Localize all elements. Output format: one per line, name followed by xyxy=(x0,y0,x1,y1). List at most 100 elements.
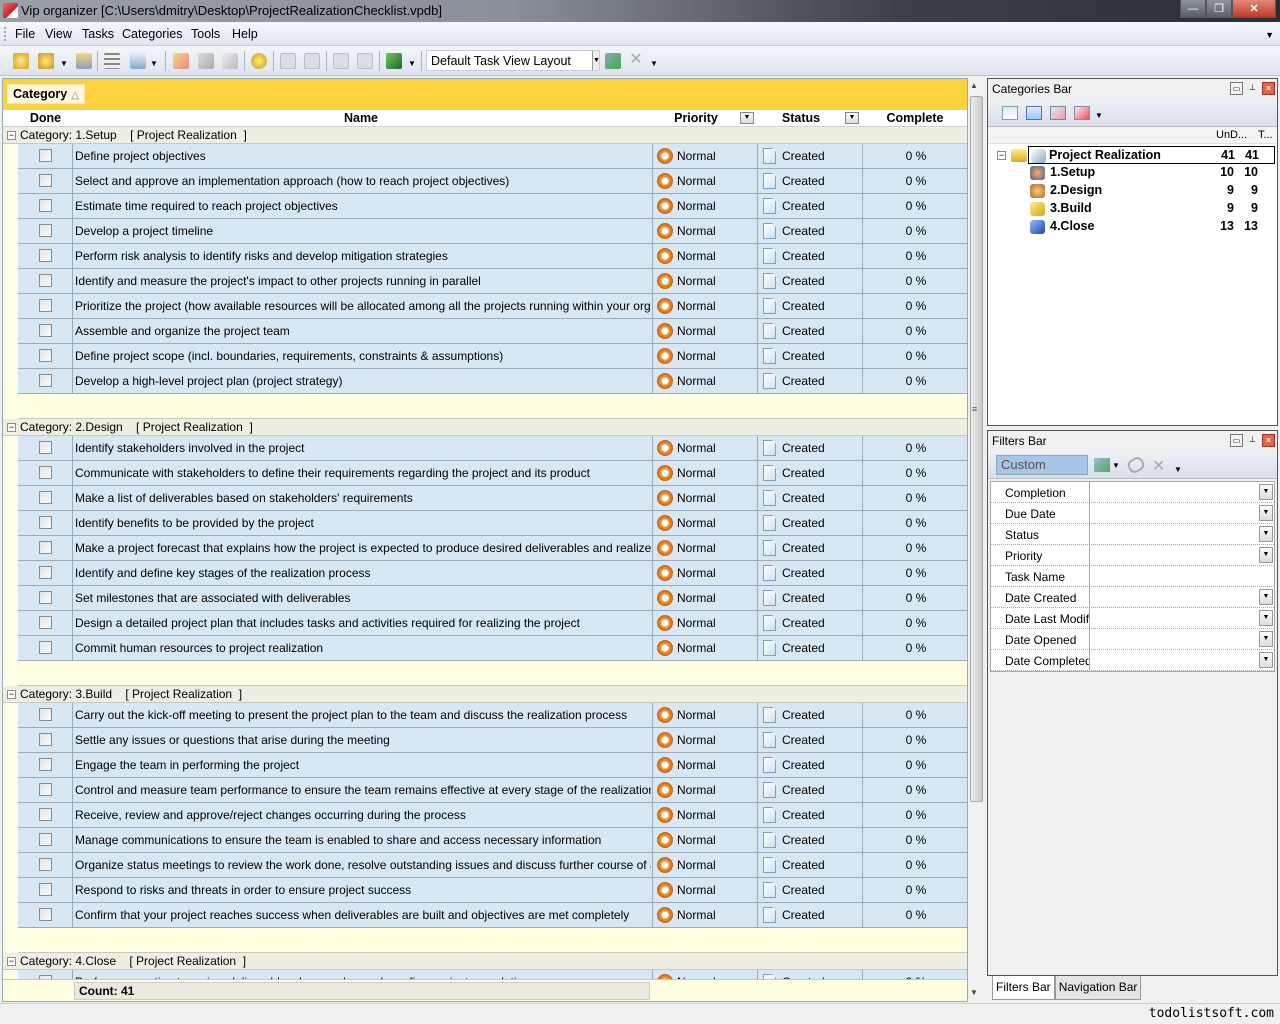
panel-pin-icon[interactable]: ⊥ xyxy=(1246,434,1259,447)
task-row[interactable]: Organize status meetings to review the w… xyxy=(18,853,967,878)
task-name[interactable]: Set milestones that are associated with … xyxy=(75,591,651,605)
task-status[interactable]: Created xyxy=(782,858,825,872)
task-name[interactable]: Respond to risks and threats in order to… xyxy=(75,883,651,897)
task-name[interactable]: Identify and define key stages of the re… xyxy=(75,566,651,580)
move-bottom-icon[interactable] xyxy=(333,53,349,69)
done-checkbox[interactable] xyxy=(39,149,52,162)
task-status[interactable]: Created xyxy=(782,324,825,338)
task-name[interactable]: Manage communications to ensure the team… xyxy=(75,833,651,847)
task-complete[interactable]: 0 % xyxy=(864,299,967,313)
task-complete[interactable]: 0 % xyxy=(864,324,967,338)
task-priority[interactable]: Normal xyxy=(677,783,716,797)
task-name[interactable]: Make a list of deliverables based on sta… xyxy=(75,491,651,505)
task-name[interactable]: Carry out the kick-off meeting to presen… xyxy=(75,708,651,722)
task-complete[interactable]: 0 % xyxy=(864,783,967,797)
filter-icon[interactable] xyxy=(386,53,402,69)
task-priority[interactable]: Normal xyxy=(677,466,716,480)
task-status[interactable]: Created xyxy=(782,808,825,822)
task-name[interactable]: Communicate with stakeholders to define … xyxy=(75,466,651,480)
done-checkbox[interactable] xyxy=(39,833,52,846)
chevron-down-icon[interactable]: ▼ xyxy=(592,51,600,70)
task-priority[interactable]: Normal xyxy=(677,199,716,213)
task-complete[interactable]: 0 % xyxy=(864,733,967,747)
panel-pin-icon[interactable]: ⊥ xyxy=(1246,82,1259,95)
task-complete[interactable]: 0 % xyxy=(864,491,967,505)
print-preview-icon[interactable] xyxy=(130,53,146,69)
task-priority[interactable]: Normal xyxy=(677,374,716,388)
delete-layout-icon[interactable]: ✕ xyxy=(628,52,644,69)
done-checkbox[interactable] xyxy=(39,224,52,237)
task-row[interactable]: Perform risk analysis to identify risks … xyxy=(18,244,967,269)
task-complete[interactable]: 0 % xyxy=(864,908,967,922)
task-status[interactable]: Created xyxy=(782,591,825,605)
task-complete[interactable]: 0 % xyxy=(864,808,967,822)
task-row[interactable]: Develop a project timeline Normal Create… xyxy=(18,219,967,244)
add-subcategory-icon[interactable] xyxy=(1026,106,1042,120)
column-header-priority[interactable]: Priority xyxy=(651,111,741,125)
filter-value[interactable]: ▼ xyxy=(1089,587,1275,607)
task-name[interactable]: Design a detailed project plan that incl… xyxy=(75,616,651,630)
task-name[interactable]: Settle any issues or questions that aris… xyxy=(75,733,651,747)
task-complete[interactable]: 0 % xyxy=(864,541,967,555)
task-status[interactable]: Created xyxy=(782,908,825,922)
task-name[interactable]: Engage the team in performing the projec… xyxy=(75,758,651,772)
filter-dropdown-icon[interactable]: ▼ xyxy=(1259,589,1273,605)
task-status[interactable]: Created xyxy=(782,299,825,313)
task-row[interactable]: Define project scope (incl. boundaries, … xyxy=(18,344,967,369)
task-name[interactable]: Develop a project timeline xyxy=(75,224,651,238)
task-row[interactable]: Identify and define key stages of the re… xyxy=(18,561,967,586)
done-checkbox[interactable] xyxy=(39,541,52,554)
new-database-dropdown-icon[interactable]: ▼ xyxy=(60,59,68,68)
filter-dropdown-icon[interactable]: ▼ xyxy=(1259,547,1273,563)
print-preview-dropdown-icon[interactable]: ▼ xyxy=(150,59,158,68)
done-checkbox[interactable] xyxy=(39,274,52,287)
menu-tasks[interactable]: Tasks xyxy=(82,27,114,41)
delete-task-icon[interactable] xyxy=(222,53,238,69)
task-priority[interactable]: Normal xyxy=(677,566,716,580)
task-complete[interactable]: 0 % xyxy=(864,174,967,188)
task-status[interactable]: Created xyxy=(782,249,825,263)
category-item[interactable]: − Project Realization 41 41 xyxy=(997,146,1275,164)
status-filter-dropdown-icon[interactable]: ▼ xyxy=(845,112,859,124)
task-name[interactable]: Prioritize the project (how available re… xyxy=(75,299,651,313)
task-name[interactable]: Confirm that your project reaches succes… xyxy=(75,908,651,922)
done-checkbox[interactable] xyxy=(39,566,52,579)
task-status[interactable]: Created xyxy=(782,641,825,655)
task-row[interactable]: Confirm that your project reaches succes… xyxy=(18,903,967,928)
restore-button[interactable]: ❐ xyxy=(1206,0,1232,18)
task-name[interactable]: Assemble and organize the project team xyxy=(75,324,651,338)
task-priority[interactable]: Normal xyxy=(677,808,716,822)
task-complete[interactable]: 0 % xyxy=(864,374,967,388)
task-complete[interactable]: 0 % xyxy=(864,466,967,480)
done-checkbox[interactable] xyxy=(39,174,52,187)
task-status[interactable]: Created xyxy=(782,224,825,238)
column-header-total[interactable]: T... xyxy=(1258,129,1273,141)
task-row[interactable]: Make a list of deliverables based on sta… xyxy=(18,486,967,511)
new-task-row[interactable] xyxy=(18,394,967,419)
task-name[interactable]: Define project objectives xyxy=(75,149,651,163)
done-checkbox[interactable] xyxy=(39,374,52,387)
scroll-up-icon[interactable]: ▲ xyxy=(970,81,978,90)
task-priority[interactable]: Normal xyxy=(677,591,716,605)
done-checkbox[interactable] xyxy=(39,491,52,504)
task-status[interactable]: Created xyxy=(782,516,825,530)
filter-value[interactable]: ▼ xyxy=(1089,629,1275,649)
task-row[interactable]: Control and measure team performance to … xyxy=(18,778,967,803)
tab-filters-bar[interactable]: Filters Bar xyxy=(992,976,1055,1000)
task-status[interactable]: Created xyxy=(782,883,825,897)
done-checkbox[interactable] xyxy=(39,299,52,312)
apply-layout-icon[interactable] xyxy=(605,53,621,69)
task-priority[interactable]: Normal xyxy=(677,733,716,747)
task-row[interactable]: Identify benefits to be provided by the … xyxy=(18,511,967,536)
task-name[interactable]: Define project scope (incl. boundaries, … xyxy=(75,349,651,363)
done-checkbox[interactable] xyxy=(39,908,52,921)
task-priority[interactable]: Normal xyxy=(677,908,716,922)
task-name[interactable]: Organize status meetings to review the w… xyxy=(75,858,651,872)
task-priority[interactable]: Normal xyxy=(677,441,716,455)
done-checkbox[interactable] xyxy=(39,441,52,454)
filter-value[interactable]: ▼ xyxy=(1089,482,1275,502)
apply-filter-icon[interactable] xyxy=(1094,458,1110,472)
task-status[interactable]: Created xyxy=(782,349,825,363)
task-complete[interactable]: 0 % xyxy=(864,883,967,897)
task-priority[interactable]: Normal xyxy=(677,349,716,363)
